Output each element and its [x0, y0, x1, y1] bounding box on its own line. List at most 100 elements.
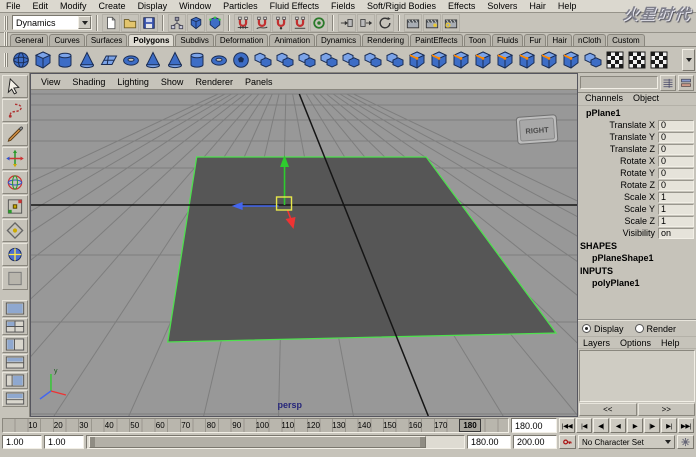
bevel[interactable]: [560, 49, 582, 71]
viewport-canvas[interactable]: RIGHT y persp: [31, 90, 577, 416]
channel-value-field[interactable]: 1: [658, 192, 694, 203]
boolean-union[interactable]: [340, 49, 362, 71]
panel-menu-item[interactable]: Show: [155, 77, 190, 87]
menu-item[interactable]: Effects: [442, 1, 481, 11]
animation-start-field[interactable]: 1.00: [2, 435, 42, 449]
channel-label[interactable]: Rotate Z: [578, 180, 658, 190]
menu-item[interactable]: Solvers: [481, 1, 523, 11]
save-scene[interactable]: [140, 14, 158, 32]
channel-box-menu-item[interactable]: Channels: [580, 93, 628, 105]
menu-item[interactable]: File: [0, 1, 27, 11]
current-frame-marker[interactable]: 180: [459, 419, 481, 432]
object-name[interactable]: pPlane1: [578, 106, 696, 119]
panel-menu-item[interactable]: Shading: [66, 77, 111, 87]
channel-label[interactable]: Scale Y: [578, 204, 658, 214]
poly-pipe[interactable]: [186, 49, 208, 71]
universal-manipulator-tool[interactable]: [2, 219, 28, 242]
poly-helix[interactable]: [208, 49, 230, 71]
render-globals[interactable]: [442, 14, 460, 32]
channel-label[interactable]: Rotate Y: [578, 168, 658, 178]
menu-item[interactable]: Help: [552, 1, 583, 11]
shelf-tab[interactable]: Dynamics: [316, 34, 361, 46]
row-drag-handle[interactable]: [4, 53, 8, 67]
panel-menu-item[interactable]: Panels: [239, 77, 279, 87]
ipr-render[interactable]: [423, 14, 441, 32]
next-panel-button[interactable]: >>: [638, 403, 696, 416]
play-backwards[interactable]: ◀: [610, 418, 626, 433]
shelf-tab[interactable]: General: [10, 34, 48, 46]
time-slider[interactable]: 1020304050607080901001101201301401501601…: [2, 418, 509, 433]
shape-name[interactable]: pPlaneShape1: [578, 251, 696, 264]
menu-item[interactable]: Edit: [27, 1, 55, 11]
extrude[interactable]: [428, 49, 450, 71]
channel-value-field[interactable]: 0: [658, 156, 694, 167]
channel-label[interactable]: Visibility: [578, 228, 658, 238]
menu-item[interactable]: Fluid Effects: [264, 1, 325, 11]
shelf-tab[interactable]: Toon: [464, 34, 491, 46]
go-to-start[interactable]: |◀◀: [559, 418, 575, 433]
channel-label[interactable]: Translate Z: [578, 144, 658, 154]
new-scene[interactable]: [102, 14, 120, 32]
right-image-plane-icon[interactable]: RIGHT: [516, 115, 558, 145]
output-connections[interactable]: [357, 14, 375, 32]
panel-menu-item[interactable]: Renderer: [189, 77, 239, 87]
shelf-tab[interactable]: Animation: [269, 34, 315, 46]
select-by-component[interactable]: [206, 14, 224, 32]
uv-checker-c[interactable]: [648, 49, 670, 71]
range-slider[interactable]: [86, 435, 465, 449]
shelf-tab[interactable]: Surfaces: [86, 34, 128, 46]
panel-menu-item[interactable]: View: [35, 77, 66, 87]
menu-item[interactable]: Fields: [325, 1, 361, 11]
layout-two-pane-stacked[interactable]: [2, 354, 28, 371]
layer-editor-menu-item[interactable]: Options: [615, 338, 656, 348]
display-radio[interactable]: [582, 324, 591, 333]
open-scene[interactable]: [121, 14, 139, 32]
channel-value-field[interactable]: 1: [658, 216, 694, 227]
snap-to-view-plane[interactable]: [291, 14, 309, 32]
bridge[interactable]: [450, 49, 472, 71]
range-handle-right-grip[interactable]: [420, 437, 425, 447]
layout-two-pane-side[interactable]: [2, 336, 28, 353]
poly-combine[interactable]: [274, 49, 296, 71]
layout-single-pane[interactable]: [2, 300, 28, 317]
snap-to-grid[interactable]: [234, 14, 252, 32]
scale-tool[interactable]: [2, 195, 28, 218]
menu-item[interactable]: Create: [93, 1, 132, 11]
range-handle-left-grip[interactable]: [90, 437, 95, 447]
shelf-tab[interactable]: Deformation: [215, 34, 269, 46]
split-polygon[interactable]: [494, 49, 516, 71]
poly-separate[interactable]: [296, 49, 318, 71]
shelf-tab[interactable]: Custom: [607, 34, 645, 46]
channel-box-menu-item[interactable]: Object: [628, 93, 664, 105]
shelf-tab[interactable]: Curves: [49, 34, 84, 46]
uv-checker-a[interactable]: [604, 49, 626, 71]
layout-four-pane[interactable]: [2, 318, 28, 335]
channel-label[interactable]: Scale Z: [578, 216, 658, 226]
layers-list-button[interactable]: [678, 75, 694, 91]
poly-cube[interactable]: [32, 49, 54, 71]
snap-to-curve[interactable]: [253, 14, 271, 32]
animation-end-field[interactable]: 200.00: [513, 435, 557, 449]
poly-plane[interactable]: [98, 49, 120, 71]
panel-menu-item[interactable]: Lighting: [111, 77, 155, 87]
range-slider-handle[interactable]: [89, 436, 426, 448]
lasso-tool[interactable]: [2, 99, 28, 122]
viewport-3d-scene[interactable]: RIGHT y persp: [31, 90, 577, 416]
layout-persp-graph[interactable]: [2, 390, 28, 407]
rotate-tool[interactable]: [2, 171, 28, 194]
row-drag-handle[interactable]: [4, 16, 8, 30]
channel-value-field[interactable]: 0: [658, 180, 694, 191]
shelf-tab[interactable]: PaintEffects: [410, 34, 463, 46]
poly-pyramid[interactable]: [164, 49, 186, 71]
platonic-solids[interactable]: [252, 49, 274, 71]
append-polygon[interactable]: [472, 49, 494, 71]
playback-end-field[interactable]: 180.00: [467, 435, 511, 449]
boolean-difference[interactable]: [362, 49, 384, 71]
playback-start-field[interactable]: 1.00: [44, 435, 84, 449]
poly-prism[interactable]: [142, 49, 164, 71]
input-connections[interactable]: [338, 14, 356, 32]
merge-vertices[interactable]: [538, 49, 560, 71]
menu-item[interactable]: Particles: [217, 1, 264, 11]
uv-checker-b[interactable]: [626, 49, 648, 71]
poly-torus[interactable]: [120, 49, 142, 71]
